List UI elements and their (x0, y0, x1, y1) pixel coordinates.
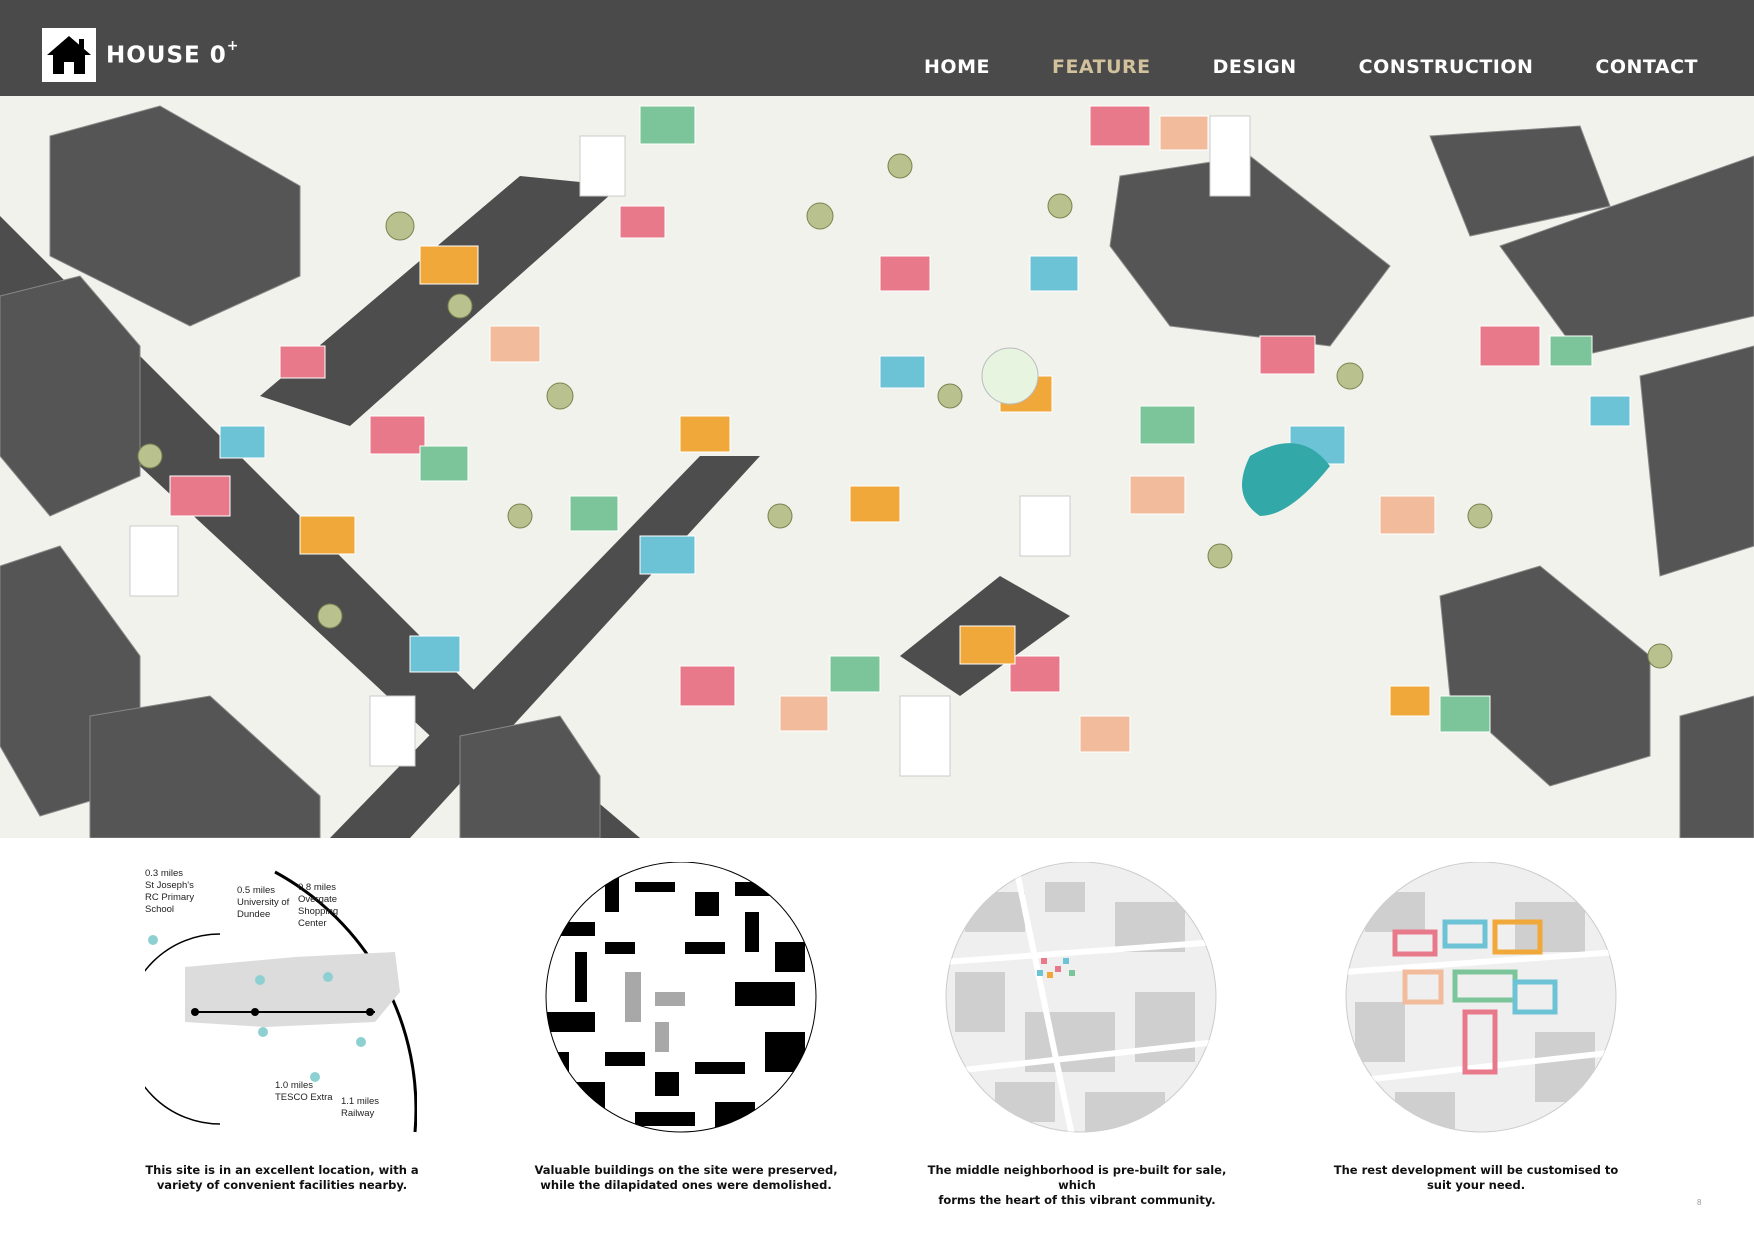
feature-caption-middle-neighborhood: The middle neighborhood is pre-built for… (927, 1163, 1227, 1207)
figure-ground-map (545, 862, 817, 1133)
svg-text:Dundee: Dundee (237, 909, 270, 920)
svg-text:0.8 miles: 0.8 miles (298, 882, 336, 893)
nav-home[interactable]: HOME (924, 56, 990, 78)
brand-name: HOUSE 0+ (106, 37, 240, 69)
feature-caption-figure-ground: Valuable buildings on the site were pres… (534, 1163, 838, 1192)
svg-text:St Joseph's: St Joseph's (145, 880, 194, 891)
middle-neighborhood-map (945, 862, 1217, 1133)
svg-text:TESCO Extra: TESCO Extra (275, 1092, 333, 1103)
feature-caption-location: This site is in an excellent location, w… (145, 1163, 419, 1192)
svg-text:0.3 miles: 0.3 miles (145, 868, 183, 879)
rest-development-map (1345, 862, 1617, 1133)
nav-design[interactable]: DESIGN (1213, 56, 1297, 78)
nav-construction[interactable]: CONSTRUCTION (1359, 56, 1534, 78)
house-icon (42, 28, 96, 82)
svg-text:1.1 miles: 1.1 miles (341, 1096, 379, 1107)
svg-text:Overgate: Overgate (298, 894, 337, 905)
nav-feature[interactable]: FEATURE (1052, 56, 1151, 78)
svg-text:Center: Center (298, 918, 327, 929)
svg-text:University of: University of (237, 897, 290, 908)
page-number: 8 (1697, 1198, 1702, 1207)
feature-location: 0.3 miles St Joseph's RC Primary School … (128, 862, 428, 1142)
location-distance-diagram: 0.3 miles St Joseph's RC Primary School … (145, 868, 417, 1133)
svg-text:1.0 miles: 1.0 miles (275, 1080, 313, 1091)
hero-illustration (0, 96, 1754, 838)
svg-text:School: School (145, 904, 174, 915)
feature-rest-development (1328, 862, 1628, 1142)
top-navigation-bar: HOUSE 0+ HOME FEATURE DESIGN CONSTRUCTIO… (0, 0, 1754, 96)
main-nav: HOME FEATURE DESIGN CONSTRUCTION CONTACT (924, 56, 1698, 78)
svg-text:Shopping: Shopping (298, 906, 338, 917)
feature-caption-rest-development: The rest development will be customised … (1333, 1163, 1619, 1192)
isometric-neighborhood-illustration (0, 105, 1754, 838)
nav-contact[interactable]: CONTACT (1595, 56, 1698, 78)
logo[interactable]: HOUSE 0+ (42, 28, 240, 82)
svg-text:RC Primary: RC Primary (145, 892, 194, 903)
feature-figure-ground (528, 862, 828, 1142)
feature-middle-neighborhood (928, 862, 1228, 1142)
svg-text:0.5 miles: 0.5 miles (237, 885, 275, 896)
svg-text:Railway: Railway (341, 1108, 375, 1119)
